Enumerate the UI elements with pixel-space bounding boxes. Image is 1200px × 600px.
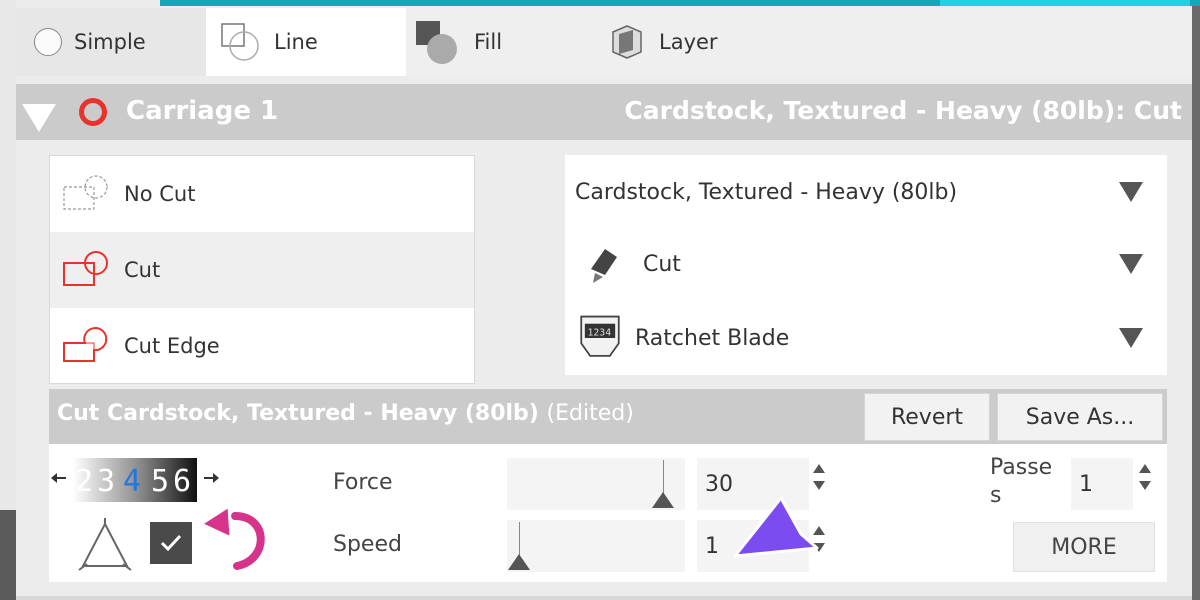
edited-label: (Edited): [546, 401, 634, 426]
annotation-arrow-icon: [197, 506, 268, 570]
tab-layer[interactable]: Layer: [601, 8, 801, 76]
collapse-triangle-icon[interactable]: [22, 104, 56, 132]
force-slider-thumb[interactable]: [652, 492, 674, 508]
svg-text:1234: 1234: [588, 327, 612, 338]
top-accent-strip: [160, 0, 1200, 6]
tab-label: Fill: [474, 30, 503, 54]
save-as-button[interactable]: Save As...: [997, 393, 1163, 441]
carriage-material-summary: Cardstock, Textured - Heavy (80lb): Cut: [624, 96, 1182, 125]
action-dropdown[interactable]: Cut: [565, 229, 1167, 299]
cut-option-no-cut[interactable]: No Cut: [50, 156, 474, 232]
tab-label: Layer: [659, 30, 718, 54]
track-enhancing-checkbox[interactable]: [150, 522, 192, 564]
stepper-up-icon[interactable]: [1139, 464, 1151, 473]
blade-digit: 6: [173, 464, 191, 499]
cut-options-list: No Cut Cut Cut Edge: [49, 155, 475, 384]
blade-depth-dial[interactable]: 2 3 4 5 6: [73, 458, 197, 502]
more-button[interactable]: MORE: [1013, 522, 1155, 572]
cut-settings-header: Cut Cardstock, Textured - Heavy (80lb) (…: [49, 389, 1167, 444]
stepper-up-icon[interactable]: [813, 464, 825, 473]
line-style-icon: [221, 23, 259, 61]
cut-option-label: Cut Edge: [124, 334, 220, 358]
cut-option-label: Cut: [124, 258, 161, 282]
blade-digit: 3: [97, 464, 115, 499]
cut-settings-controls: 2 3 4 5 6 Force 30 Passe s 1 Speed 1 MOR…: [49, 444, 1167, 582]
tab-fill[interactable]: Fill: [406, 8, 596, 76]
tool-dropdown[interactable]: 1234 Ratchet Blade: [565, 303, 1167, 373]
layer-icon: [612, 25, 642, 59]
speed-label: Speed: [333, 532, 402, 557]
blade-digit: 2: [75, 464, 93, 499]
radio-circle-icon: [34, 28, 62, 56]
carriage-title: Carriage 1: [126, 96, 279, 126]
carriage-header: Carriage 1 Cardstock, Textured - Heavy (…: [16, 84, 1192, 140]
tab-simple[interactable]: Simple: [16, 8, 206, 76]
blade-digit: 4: [123, 464, 141, 499]
passes-stepper[interactable]: [1137, 462, 1153, 490]
passes-field[interactable]: 1: [1071, 458, 1133, 510]
cut-option-label: No Cut: [124, 182, 196, 206]
speed-slider[interactable]: [507, 520, 685, 572]
chevron-down-icon: [1119, 254, 1143, 274]
carriage-indicator-icon: [79, 98, 107, 126]
window-frame-left: [0, 0, 16, 600]
force-label: Force: [333, 470, 393, 495]
material-dropdown-value: Cardstock, Textured - Heavy (80lb): [575, 179, 958, 205]
style-tabs: Simple Line Fill Layer: [16, 8, 1192, 76]
stepper-down-icon[interactable]: [813, 481, 825, 490]
passes-label: Passe s: [990, 454, 1052, 510]
chevron-down-icon: [1119, 328, 1143, 348]
blade-action-icon: [591, 249, 617, 283]
blade-holder-icon: [78, 518, 132, 571]
revert-button[interactable]: Revert: [864, 393, 990, 441]
no-cut-icon: [63, 175, 108, 210]
cut-option-cut[interactable]: Cut: [50, 232, 474, 308]
dial-right-arrow-icon[interactable]: [203, 472, 219, 484]
cut-settings-dropdowns: Cardstock, Textured - Heavy (80lb) Cut 1…: [565, 155, 1167, 375]
action-dropdown-value: Cut: [643, 251, 681, 277]
fill-style-icon: [416, 21, 457, 64]
cut-settings-title: Cut Cardstock, Textured - Heavy (80lb) (…: [57, 401, 634, 426]
stepper-down-icon[interactable]: [1139, 481, 1151, 490]
passes-label-line1: Passe: [990, 455, 1053, 480]
checkmark-icon: [160, 534, 182, 552]
passes-label-line2: s: [990, 483, 1002, 508]
cut-icon: [63, 251, 108, 286]
chevron-down-icon: [1119, 182, 1143, 202]
cut-edge-icon: [63, 327, 108, 362]
bottom-divider: [16, 596, 1192, 600]
force-slider[interactable]: [507, 458, 685, 510]
ratchet-blade-icon: 1234: [580, 315, 620, 357]
tab-label: Line: [274, 30, 318, 54]
tab-label: Simple: [74, 30, 146, 54]
force-stepper[interactable]: [811, 462, 827, 490]
tab-line[interactable]: Line: [206, 8, 406, 76]
speed-slider-thumb[interactable]: [508, 554, 530, 570]
cut-option-cut-edge[interactable]: Cut Edge: [50, 308, 474, 384]
cut-settings-title-text: Cut Cardstock, Textured - Heavy (80lb): [57, 401, 539, 426]
tool-dropdown-value: Ratchet Blade: [635, 325, 790, 351]
blade-digit: 5: [151, 464, 169, 499]
dial-left-arrow-icon[interactable]: [51, 472, 67, 484]
material-dropdown[interactable]: Cardstock, Textured - Heavy (80lb): [565, 157, 1167, 227]
window-frame-right: [1192, 0, 1200, 600]
annotation-pointer-icon: [733, 496, 819, 558]
